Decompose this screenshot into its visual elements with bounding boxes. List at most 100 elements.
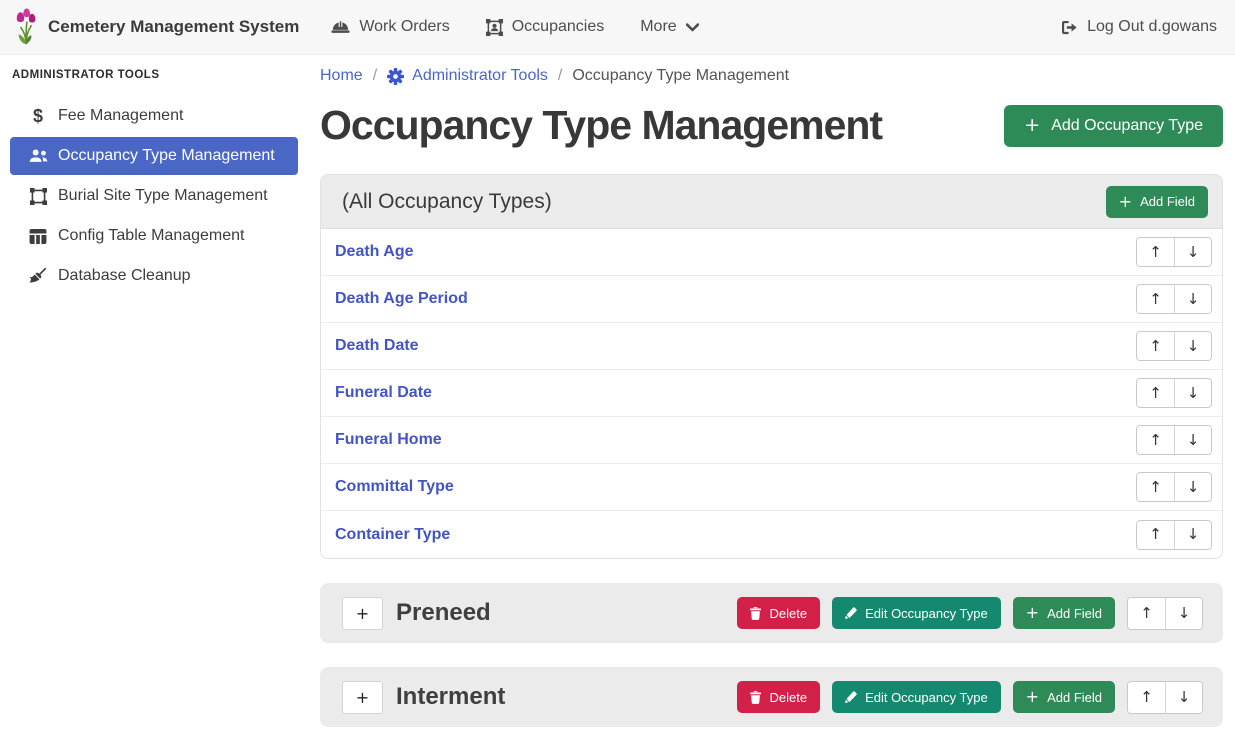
add-field-button[interactable]: + Add Field: [1013, 681, 1115, 713]
move-up-button[interactable]: ↑: [1137, 379, 1174, 407]
nav-more[interactable]: More: [640, 18, 698, 36]
reorder-button-group: ↑ ↓: [1136, 378, 1212, 408]
plus-icon: +: [1026, 689, 1039, 705]
chevron-down-icon: [686, 23, 699, 32]
field-row: Death Date ↑ ↓: [321, 323, 1222, 370]
table-icon: [26, 229, 50, 244]
plus-icon: +: [1119, 194, 1132, 210]
field-row: Container Type ↑ ↓: [321, 511, 1222, 558]
breadcrumb-admin-tools-link[interactable]: Administrator Tools: [387, 67, 548, 85]
expand-button[interactable]: +: [342, 597, 383, 630]
brand[interactable]: Cemetery Management System: [14, 8, 299, 46]
breadcrumb-separator: /: [373, 67, 377, 85]
delete-button[interactable]: Delete: [737, 681, 820, 713]
field-link[interactable]: Committal Type: [335, 478, 454, 496]
arrow-down-icon: ↓: [1187, 384, 1200, 402]
arrow-up-icon: ↑: [1140, 688, 1153, 706]
arrow-up-icon: ↑: [1149, 243, 1162, 261]
move-down-button[interactable]: ↓: [1174, 285, 1211, 313]
move-up-button[interactable]: ↑: [1137, 238, 1174, 266]
arrow-up-icon: ↑: [1149, 290, 1162, 308]
move-up-button[interactable]: ↑: [1128, 682, 1165, 713]
arrow-up-icon: ↑: [1149, 525, 1162, 543]
navbar-links: Work Orders Occupancies More: [331, 18, 698, 36]
breadcrumb-home-link[interactable]: Home: [320, 67, 363, 85]
field-link[interactable]: Funeral Home: [335, 431, 442, 449]
arrow-down-icon: ↓: [1178, 604, 1191, 622]
nav-occupancies[interactable]: Occupancies: [486, 18, 605, 36]
field-link[interactable]: Funeral Date: [335, 384, 432, 402]
field-row: Committal Type ↑ ↓: [321, 464, 1222, 511]
move-down-button[interactable]: ↓: [1174, 473, 1211, 501]
logout-button[interactable]: Log Out d.gowans: [1061, 18, 1217, 36]
sidebar-item-fee-management[interactable]: $ Fee Management: [10, 97, 298, 135]
move-down-button[interactable]: ↓: [1174, 426, 1211, 454]
sidebar-item-occupancy-type-management[interactable]: Occupancy Type Management: [10, 137, 298, 175]
expand-button[interactable]: +: [342, 681, 383, 714]
field-row: Funeral Date ↑ ↓: [321, 370, 1222, 417]
add-field-button[interactable]: + Add Field: [1013, 597, 1115, 629]
move-down-button[interactable]: ↓: [1165, 682, 1202, 713]
hard-hat-icon: [331, 20, 350, 34]
section-title: Preneed: [396, 599, 491, 627]
reorder-button-group: ↑ ↓: [1136, 284, 1212, 314]
sidebar-item-database-cleanup[interactable]: Database Cleanup: [10, 257, 298, 295]
arrow-up-icon: ↑: [1140, 604, 1153, 622]
nav-work-orders[interactable]: Work Orders: [331, 18, 449, 36]
section-title: Interment: [396, 683, 505, 711]
field-link[interactable]: Container Type: [335, 526, 450, 544]
dollar-icon: $: [26, 106, 50, 127]
add-occupancy-type-button[interactable]: + Add Occupancy Type: [1004, 105, 1223, 147]
edit-occupancy-type-button[interactable]: Edit Occupancy Type: [832, 681, 1001, 713]
move-down-button[interactable]: ↓: [1174, 379, 1211, 407]
breadcrumb-separator: /: [558, 67, 562, 85]
move-down-button[interactable]: ↓: [1174, 332, 1211, 360]
page-title: Occupancy Type Management: [320, 103, 882, 148]
sidebar: ADMINISTRATOR TOOLS $ Fee Management Occ…: [0, 55, 310, 738]
breadcrumb-current: Occupancy Type Management: [572, 67, 789, 85]
trash-icon: [750, 607, 761, 620]
arrow-down-icon: ↓: [1178, 688, 1191, 706]
sign-out-icon: [1061, 20, 1078, 35]
field-row: Death Age Period ↑ ↓: [321, 276, 1222, 323]
arrow-up-icon: ↑: [1149, 337, 1162, 355]
top-navbar: Cemetery Management System Work Orders: [0, 0, 1235, 55]
occupancies-icon: [486, 19, 503, 36]
reorder-button-group: ↑ ↓: [1127, 681, 1203, 714]
plus-icon: +: [356, 604, 369, 623]
vector-square-icon: [26, 188, 50, 205]
all-occupancy-types-header: (All Occupancy Types) + Add Field: [321, 175, 1222, 229]
sidebar-item-config-table-management[interactable]: Config Table Management: [10, 217, 298, 255]
move-up-button[interactable]: ↑: [1137, 473, 1174, 501]
sidebar-item-burial-site-type-management[interactable]: Burial Site Type Management: [10, 177, 298, 215]
main-content: Home / Administrator Tools / Occupancy T…: [310, 55, 1235, 727]
arrow-down-icon: ↓: [1187, 478, 1200, 496]
reorder-button-group: ↑ ↓: [1136, 237, 1212, 267]
occupancy-type-section-interment: + Interment Delete Edit O: [320, 667, 1223, 727]
pencil-icon: [845, 691, 857, 703]
move-up-button[interactable]: ↑: [1137, 285, 1174, 313]
plus-icon: +: [1024, 116, 1040, 135]
delete-button[interactable]: Delete: [737, 597, 820, 629]
arrow-down-icon: ↓: [1187, 525, 1200, 543]
users-icon: [26, 149, 50, 163]
field-link[interactable]: Death Age: [335, 243, 414, 261]
section-actions: Delete Edit Occupancy Type + Add Field ↑…: [737, 681, 1203, 714]
move-up-button[interactable]: ↑: [1137, 521, 1174, 549]
move-up-button[interactable]: ↑: [1137, 426, 1174, 454]
move-up-button[interactable]: ↑: [1137, 332, 1174, 360]
reorder-button-group: ↑ ↓: [1136, 425, 1212, 455]
field-link[interactable]: Death Date: [335, 337, 419, 355]
add-field-button[interactable]: + Add Field: [1106, 186, 1208, 218]
move-up-button[interactable]: ↑: [1128, 598, 1165, 629]
move-down-button[interactable]: ↓: [1165, 598, 1202, 629]
field-row: Funeral Home ↑ ↓: [321, 417, 1222, 464]
move-down-button[interactable]: ↓: [1174, 521, 1211, 549]
gear-icon: [387, 68, 404, 85]
edit-occupancy-type-button[interactable]: Edit Occupancy Type: [832, 597, 1001, 629]
all-occupancy-types-card: (All Occupancy Types) + Add Field Death …: [320, 174, 1223, 559]
title-row: Occupancy Type Management + Add Occupanc…: [320, 103, 1223, 148]
tulip-logo-icon: [14, 8, 38, 46]
field-link[interactable]: Death Age Period: [335, 290, 468, 308]
move-down-button[interactable]: ↓: [1174, 238, 1211, 266]
